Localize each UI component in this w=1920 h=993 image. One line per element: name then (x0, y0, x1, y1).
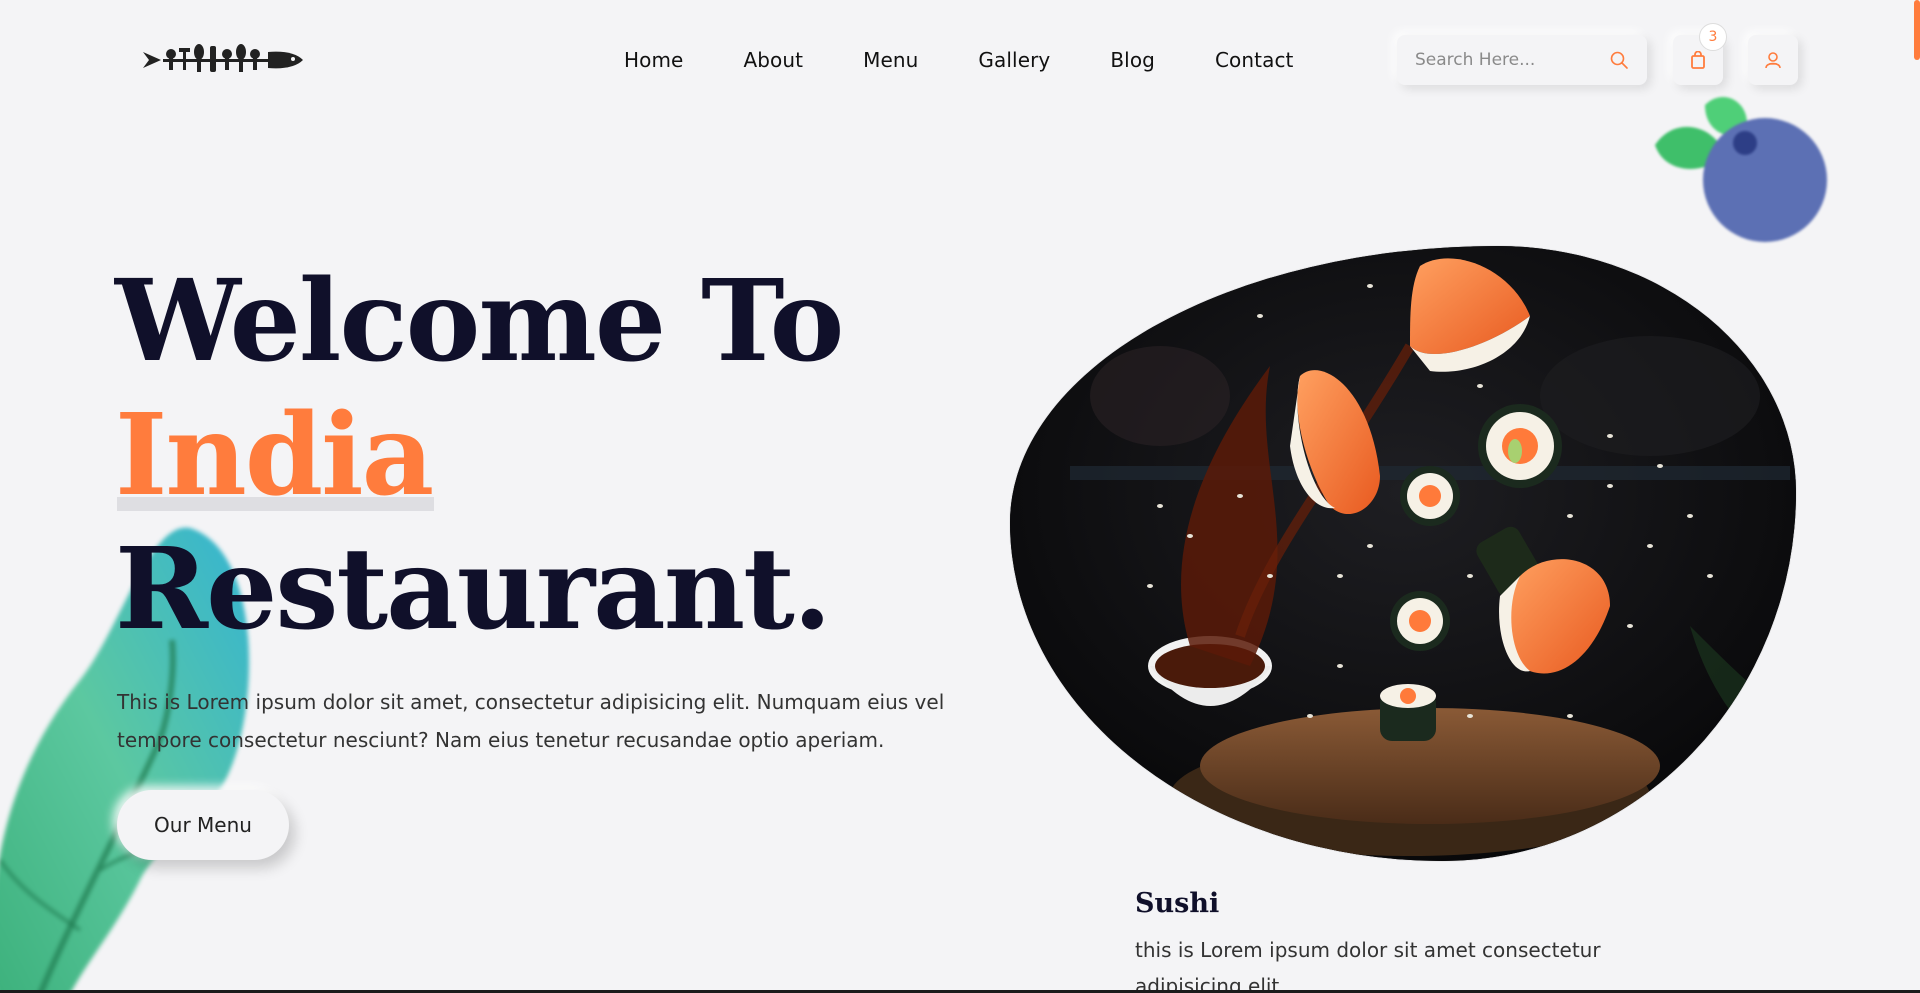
nav-menu[interactable]: Menu (863, 47, 918, 73)
page: Home About Menu Gallery Blog Contact 3 W… (0, 0, 1920, 993)
feature-text: this is Lorem ipsum dolor sit amet conse… (1135, 938, 1601, 993)
scroll-indicator[interactable] (1914, 0, 1920, 60)
main-nav: Home About Menu Gallery Blog Contact (624, 47, 1353, 73)
search-icon[interactable] (1609, 50, 1629, 70)
cart-count-badge: 3 (1699, 23, 1727, 51)
our-menu-button[interactable]: Our Menu (117, 790, 289, 860)
nav-home[interactable]: Home (624, 47, 683, 73)
user-icon (1765, 52, 1781, 69)
hero-description: This is Lorem ipsum dolor sit amet, cons… (117, 690, 945, 752)
nav-blog[interactable]: Blog (1110, 47, 1155, 73)
cart-button[interactable]: 3 (1673, 23, 1727, 85)
nav-contact[interactable]: Contact (1215, 47, 1294, 73)
cutlery-fish-logo[interactable] (143, 40, 303, 80)
nav-gallery[interactable]: Gallery (978, 47, 1050, 73)
hero-image (1010, 246, 1796, 861)
hero-title-line1: Welcome To (115, 256, 844, 387)
hero-title-accent: India (115, 390, 435, 521)
search-input[interactable] (1415, 50, 1605, 70)
shopping-bag-icon (1691, 51, 1705, 69)
feature-title: Sushi (1135, 888, 1220, 919)
hero-title: Welcome To India Restaurant. (115, 255, 844, 657)
user-button[interactable] (1748, 35, 1798, 85)
hero-title-line3: Restaurant. (115, 524, 832, 655)
nav-about[interactable]: About (743, 47, 803, 73)
blueberry-decoration (1655, 96, 1827, 242)
search-box (1397, 35, 1647, 85)
